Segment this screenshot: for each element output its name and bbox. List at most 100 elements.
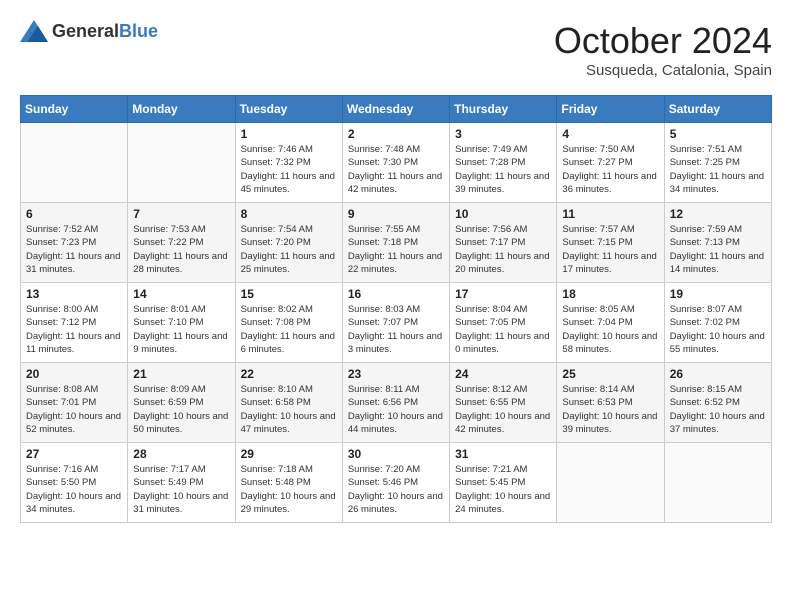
day-info: Sunrise: 7:57 AM Sunset: 7:15 PM Dayligh… [562,223,658,276]
day-info: Sunrise: 8:14 AM Sunset: 6:53 PM Dayligh… [562,383,658,436]
logo-icon [20,20,48,42]
day-info: Sunrise: 7:46 AM Sunset: 7:32 PM Dayligh… [241,143,337,196]
calendar-cell: 2 Sunrise: 7:48 AM Sunset: 7:30 PM Daylig… [342,123,449,203]
day-info: Sunrise: 7:16 AM Sunset: 5:50 PM Dayligh… [26,463,122,516]
day-info: Sunrise: 7:56 AM Sunset: 7:17 PM Dayligh… [455,223,551,276]
day-info: Sunrise: 7:53 AM Sunset: 7:22 PM Dayligh… [133,223,229,276]
calendar-cell: 12 Sunrise: 7:59 AM Sunset: 7:13 PM Dayli… [664,203,771,283]
calendar-cell: 8 Sunrise: 7:54 AM Sunset: 7:20 PM Daylig… [235,203,342,283]
day-info: Sunrise: 7:49 AM Sunset: 7:28 PM Dayligh… [455,143,551,196]
calendar-week-row: 13 Sunrise: 8:00 AM Sunset: 7:12 PM Dayli… [21,283,772,363]
calendar-cell: 9Sunrise: 7:55 AM Sunset: 7:18 PM Daylig… [342,203,449,283]
calendar-cell: 24Sunrise: 8:12 AM Sunset: 6:55 PM Dayli… [450,363,557,443]
day-info: Sunrise: 7:54 AM Sunset: 7:20 PM Dayligh… [241,223,337,276]
calendar-cell: 23Sunrise: 8:11 AM Sunset: 6:56 PM Dayli… [342,363,449,443]
calendar-cell: 6Sunrise: 7:52 AM Sunset: 7:23 PM Daylig… [21,203,128,283]
day-number: 5 [670,127,766,141]
day-info: Sunrise: 7:59 AM Sunset: 7:13 PM Dayligh… [670,223,766,276]
day-number: 26 [670,367,766,381]
day-info: Sunrise: 8:03 AM Sunset: 7:07 PM Dayligh… [348,303,444,356]
calendar-cell: 7 Sunrise: 7:53 AM Sunset: 7:22 PM Daylig… [128,203,235,283]
day-number: 10 [455,207,551,221]
day-info: Sunrise: 8:08 AM Sunset: 7:01 PM Dayligh… [26,383,122,436]
day-number: 19 [670,287,766,301]
calendar-cell: 16 Sunrise: 8:03 AM Sunset: 7:07 PM Dayli… [342,283,449,363]
day-info: Sunrise: 8:02 AM Sunset: 7:08 PM Dayligh… [241,303,337,356]
day-of-week-header: Tuesday [235,96,342,123]
calendar-cell: 10 Sunrise: 7:56 AM Sunset: 7:17 PM Dayli… [450,203,557,283]
day-info: Sunrise: 8:00 AM Sunset: 7:12 PM Dayligh… [26,303,122,356]
calendar-cell: 5 Sunrise: 7:51 AM Sunset: 7:25 PM Daylig… [664,123,771,203]
calendar-cell: 17Sunrise: 8:04 AM Sunset: 7:05 PM Dayli… [450,283,557,363]
day-info: Sunrise: 8:04 AM Sunset: 7:05 PM Dayligh… [455,303,551,356]
day-number: 21 [133,367,229,381]
day-number: 16 [348,287,444,301]
calendar-cell: 15 Sunrise: 8:02 AM Sunset: 7:08 PM Dayli… [235,283,342,363]
calendar-cell: 4 Sunrise: 7:50 AM Sunset: 7:27 PM Daylig… [557,123,664,203]
day-number: 13 [26,287,122,301]
day-number: 14 [133,287,229,301]
day-of-week-header: Monday [128,96,235,123]
calendar-cell: 22 Sunrise: 8:10 AM Sunset: 6:58 PM Dayli… [235,363,342,443]
day-info: Sunrise: 7:48 AM Sunset: 7:30 PM Dayligh… [348,143,444,196]
day-info: Sunrise: 8:15 AM Sunset: 6:52 PM Dayligh… [670,383,766,436]
day-of-week-header: Wednesday [342,96,449,123]
day-info: Sunrise: 7:55 AM Sunset: 7:18 PM Dayligh… [348,223,444,276]
calendar-cell: 21 Sunrise: 8:09 AM Sunset: 6:59 PM Dayli… [128,363,235,443]
day-info: Sunrise: 8:09 AM Sunset: 6:59 PM Dayligh… [133,383,229,436]
day-info: Sunrise: 7:51 AM Sunset: 7:25 PM Dayligh… [670,143,766,196]
calendar-cell: 29Sunrise: 7:18 AM Sunset: 5:48 PM Dayli… [235,443,342,523]
logo-text-blue: Blue [119,21,158,41]
calendar-cell: 19 Sunrise: 8:07 AM Sunset: 7:02 PM Dayli… [664,283,771,363]
calendar-table: SundayMondayTuesdayWednesdayThursdayFrid… [20,95,772,523]
calendar-cell [664,443,771,523]
day-info: Sunrise: 8:10 AM Sunset: 6:58 PM Dayligh… [241,383,337,436]
day-info: Sunrise: 8:07 AM Sunset: 7:02 PM Dayligh… [670,303,766,356]
day-info: Sunrise: 8:05 AM Sunset: 7:04 PM Dayligh… [562,303,658,356]
day-number: 15 [241,287,337,301]
calendar-cell: 28Sunrise: 7:17 AM Sunset: 5:49 PM Dayli… [128,443,235,523]
calendar-cell: 13 Sunrise: 8:00 AM Sunset: 7:12 PM Dayli… [21,283,128,363]
page-header: GeneralBlue October 2024 Susqueda, Catal… [20,20,772,79]
day-number: 3 [455,127,551,141]
calendar-week-row: 1 Sunrise: 7:46 AM Sunset: 7:32 PM Daylig… [21,123,772,203]
calendar-cell: 31Sunrise: 7:21 AM Sunset: 5:45 PM Dayli… [450,443,557,523]
day-number: 12 [670,207,766,221]
day-number: 18 [562,287,658,301]
day-number: 2 [348,127,444,141]
day-of-week-header: Friday [557,96,664,123]
day-number: 28 [133,447,229,461]
day-number: 8 [241,207,337,221]
day-number: 4 [562,127,658,141]
day-number: 11 [562,207,658,221]
day-info: Sunrise: 7:21 AM Sunset: 5:45 PM Dayligh… [455,463,551,516]
location: Susqueda, Catalonia, Spain [554,62,772,79]
month-title: October 2024 [554,20,772,62]
calendar-cell: 11 Sunrise: 7:57 AM Sunset: 7:15 PM Dayli… [557,203,664,283]
day-info: Sunrise: 7:50 AM Sunset: 7:27 PM Dayligh… [562,143,658,196]
day-number: 7 [133,207,229,221]
day-number: 1 [241,127,337,141]
day-of-week-header: Sunday [21,96,128,123]
calendar-cell: 1 Sunrise: 7:46 AM Sunset: 7:32 PM Daylig… [235,123,342,203]
logo-text-general: General [52,21,119,41]
calendar-header-row: SundayMondayTuesdayWednesdayThursdayFrid… [21,96,772,123]
calendar-cell: 20 Sunrise: 8:08 AM Sunset: 7:01 PM Dayli… [21,363,128,443]
calendar-cell [557,443,664,523]
day-number: 23 [348,367,444,381]
calendar-week-row: 6Sunrise: 7:52 AM Sunset: 7:23 PM Daylig… [21,203,772,283]
calendar-week-row: 20 Sunrise: 8:08 AM Sunset: 7:01 PM Dayli… [21,363,772,443]
day-of-week-header: Thursday [450,96,557,123]
day-number: 22 [241,367,337,381]
title-block: October 2024 Susqueda, Catalonia, Spain [554,20,772,79]
logo: GeneralBlue [20,20,158,42]
day-number: 6 [26,207,122,221]
day-info: Sunrise: 7:18 AM Sunset: 5:48 PM Dayligh… [241,463,337,516]
calendar-week-row: 27 Sunrise: 7:16 AM Sunset: 5:50 PM Dayli… [21,443,772,523]
day-info: Sunrise: 7:20 AM Sunset: 5:46 PM Dayligh… [348,463,444,516]
calendar-cell: 30Sunrise: 7:20 AM Sunset: 5:46 PM Dayli… [342,443,449,523]
day-number: 20 [26,367,122,381]
day-number: 27 [26,447,122,461]
calendar-cell [21,123,128,203]
calendar-cell: 25Sunrise: 8:14 AM Sunset: 6:53 PM Dayli… [557,363,664,443]
